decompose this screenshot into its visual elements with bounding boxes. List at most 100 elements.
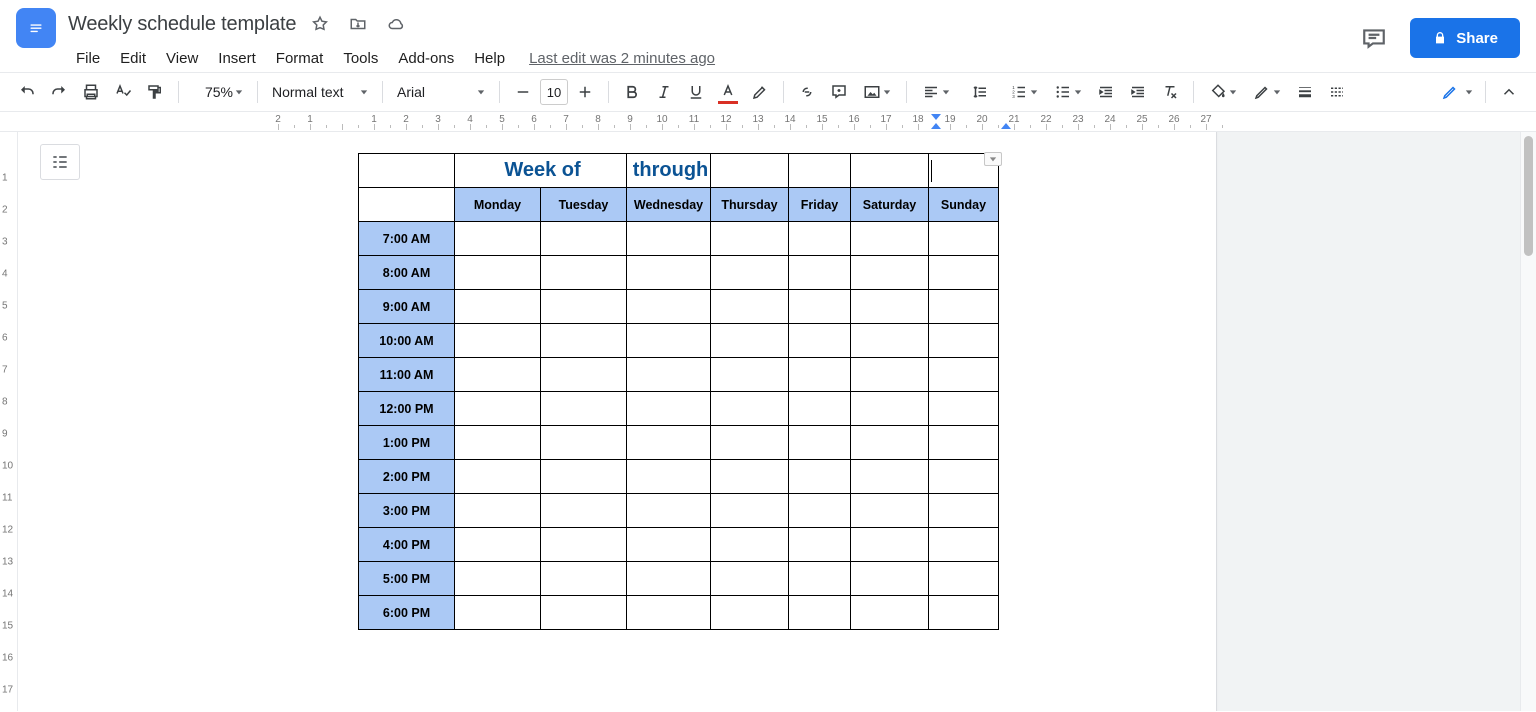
schedule-cell[interactable]	[627, 596, 711, 630]
table-row[interactable]: 5:00 PM	[359, 562, 999, 596]
spellcheck-button[interactable]	[108, 77, 138, 107]
menu-view[interactable]: View	[158, 48, 206, 69]
schedule-cell[interactable]	[627, 528, 711, 562]
schedule-cell[interactable]	[789, 528, 851, 562]
schedule-cell[interactable]	[541, 426, 627, 460]
font-size-input[interactable]: 10	[540, 79, 568, 105]
document-canvas[interactable]: Week of through Monday Tuesday Wednesday…	[278, 132, 1520, 711]
menu-insert[interactable]: Insert	[210, 48, 264, 69]
schedule-cell[interactable]	[455, 392, 541, 426]
table-row[interactable]: 9:00 AM	[359, 290, 999, 324]
share-button[interactable]: Share	[1410, 18, 1520, 58]
schedule-cell[interactable]	[929, 460, 999, 494]
border-color-button[interactable]	[1246, 77, 1288, 107]
schedule-cell[interactable]	[711, 528, 789, 562]
schedule-cell[interactable]	[541, 494, 627, 528]
hour-label[interactable]: 5:00 PM	[359, 562, 455, 596]
schedule-cell[interactable]	[455, 324, 541, 358]
hour-label[interactable]: 10:00 AM	[359, 324, 455, 358]
schedule-cell[interactable]	[929, 562, 999, 596]
scrollbar-thumb[interactable]	[1524, 136, 1533, 256]
border-width-button[interactable]	[1290, 77, 1320, 107]
star-icon[interactable]	[306, 10, 334, 38]
menu-addons[interactable]: Add-ons	[390, 48, 462, 69]
schedule-cell[interactable]	[789, 460, 851, 494]
schedule-cell[interactable]	[541, 596, 627, 630]
redo-button[interactable]	[44, 77, 74, 107]
schedule-cell[interactable]	[851, 290, 929, 324]
table-row[interactable]: 11:00 AM	[359, 358, 999, 392]
hour-label[interactable]: 4:00 PM	[359, 528, 455, 562]
day-header[interactable]: Thursday	[711, 188, 789, 222]
hour-label[interactable]: 11:00 AM	[359, 358, 455, 392]
move-icon[interactable]	[344, 10, 372, 38]
schedule-cell[interactable]	[627, 290, 711, 324]
schedule-cell[interactable]	[851, 494, 929, 528]
schedule-cell[interactable]	[929, 392, 999, 426]
schedule-cell[interactable]	[711, 392, 789, 426]
schedule-cell[interactable]	[851, 392, 929, 426]
schedule-cell[interactable]	[541, 562, 627, 596]
bulleted-list-button[interactable]	[1047, 77, 1089, 107]
schedule-cell[interactable]	[455, 562, 541, 596]
schedule-cell[interactable]	[541, 460, 627, 494]
schedule-cell[interactable]	[929, 290, 999, 324]
collapse-toolbar-button[interactable]	[1494, 77, 1524, 107]
table-row[interactable]: 4:00 PM	[359, 528, 999, 562]
hour-label[interactable]: 8:00 AM	[359, 256, 455, 290]
hour-label[interactable]: 7:00 AM	[359, 222, 455, 256]
schedule-cell[interactable]	[455, 494, 541, 528]
schedule-cell[interactable]	[851, 596, 929, 630]
table-row[interactable]: 1:00 PM	[359, 426, 999, 460]
menu-file[interactable]: File	[68, 48, 108, 69]
day-header[interactable]: Sunday	[929, 188, 999, 222]
highlight-color-button[interactable]	[745, 77, 775, 107]
schedule-cell[interactable]	[851, 426, 929, 460]
schedule-cell[interactable]	[851, 222, 929, 256]
schedule-cell[interactable]	[711, 358, 789, 392]
schedule-cell[interactable]	[455, 426, 541, 460]
schedule-cell[interactable]	[789, 562, 851, 596]
schedule-cell[interactable]	[627, 562, 711, 596]
table-row[interactable]: 10:00 AM	[359, 324, 999, 358]
schedule-cell[interactable]	[627, 460, 711, 494]
increase-indent-button[interactable]	[1123, 77, 1153, 107]
hour-label[interactable]: 12:00 PM	[359, 392, 455, 426]
italic-button[interactable]	[649, 77, 679, 107]
schedule-cell[interactable]	[455, 460, 541, 494]
schedule-cell[interactable]	[541, 222, 627, 256]
schedule-cell[interactable]	[541, 528, 627, 562]
border-style-button[interactable]	[1322, 77, 1352, 107]
menu-edit[interactable]: Edit	[112, 48, 154, 69]
schedule-cell[interactable]	[541, 290, 627, 324]
day-header[interactable]: Wednesday	[627, 188, 711, 222]
schedule-cell[interactable]	[711, 324, 789, 358]
table-row[interactable]: 2:00 PM	[359, 460, 999, 494]
docs-logo[interactable]	[16, 8, 56, 48]
schedule-cell[interactable]	[929, 358, 999, 392]
schedule-cell[interactable]	[789, 392, 851, 426]
undo-button[interactable]	[12, 77, 42, 107]
schedule-cell[interactable]	[789, 256, 851, 290]
schedule-cell[interactable]	[851, 358, 929, 392]
schedule-cell[interactable]	[541, 324, 627, 358]
schedule-cell[interactable]	[711, 256, 789, 290]
paragraph-style-select[interactable]: Normal text	[266, 77, 374, 107]
schedule-cell[interactable]	[455, 528, 541, 562]
schedule-cell[interactable]	[711, 460, 789, 494]
numbered-list-button[interactable]: 123	[1003, 77, 1045, 107]
vertical-scrollbar[interactable]	[1520, 132, 1536, 711]
vertical-ruler[interactable]: 1234567891011121314151617	[0, 132, 18, 711]
zoom-select[interactable]: 75%	[187, 77, 249, 107]
page[interactable]: Week of through Monday Tuesday Wednesday…	[278, 132, 1216, 711]
cell-fill-button[interactable]	[1202, 77, 1244, 107]
font-size-decrease[interactable]	[508, 77, 538, 107]
schedule-cell[interactable]	[541, 358, 627, 392]
schedule-cell[interactable]	[455, 222, 541, 256]
schedule-cell[interactable]	[851, 460, 929, 494]
day-header[interactable]: Monday	[455, 188, 541, 222]
schedule-cell[interactable]	[789, 426, 851, 460]
schedule-cell[interactable]	[929, 324, 999, 358]
schedule-cell[interactable]	[789, 596, 851, 630]
line-spacing-button[interactable]	[959, 77, 1001, 107]
